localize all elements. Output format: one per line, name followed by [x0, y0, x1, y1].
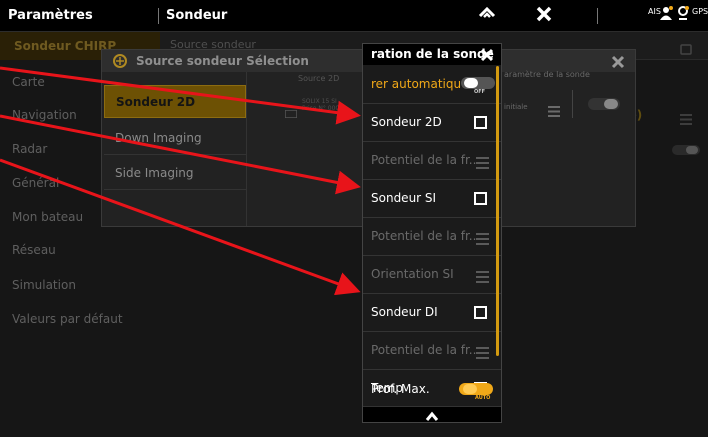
annotation-arrows	[0, 66, 361, 296]
arrow-to-sondeur-di	[0, 158, 361, 296]
arrow-to-sondeur-si	[0, 114, 361, 195]
arrow-to-sondeur-2d	[0, 66, 361, 125]
app-screen: Paramètres Sondeur AIS GPS Sondeur CHIRP…	[0, 0, 708, 437]
